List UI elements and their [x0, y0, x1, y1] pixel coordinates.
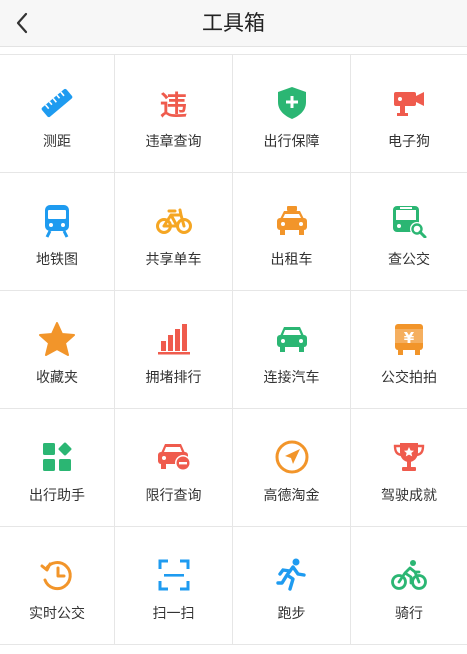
- tool-realtime-bus[interactable]: 实时公交: [0, 527, 115, 645]
- violation-icon-text: 违: [160, 90, 187, 122]
- tool-label: 拥堵排行: [145, 370, 202, 386]
- camera-icon: [391, 85, 427, 121]
- tool-label: 电子狗: [388, 134, 430, 150]
- tool-restriction-query[interactable]: 限行查询: [115, 409, 233, 527]
- tool-label: 跑步: [277, 606, 306, 622]
- tool-bus-query[interactable]: 查公交: [351, 173, 467, 291]
- tool-label: 出行助手: [29, 488, 85, 504]
- tool-favorites[interactable]: 收藏夹: [0, 291, 115, 409]
- cycling-icon: [391, 557, 427, 593]
- tool-label: 限行查询: [145, 488, 202, 504]
- tool-label: 地铁图: [36, 252, 78, 268]
- compass-plane-icon: [274, 439, 310, 475]
- tool-label: 共享单车: [145, 252, 202, 268]
- tool-travel-protection[interactable]: 出行保障: [233, 55, 351, 173]
- bus-search-icon: [391, 203, 427, 239]
- tool-travel-assistant[interactable]: 出行助手: [0, 409, 115, 527]
- tool-measure-distance[interactable]: 测距: [0, 55, 115, 173]
- tool-subway-map[interactable]: 地铁图: [0, 173, 115, 291]
- tool-label: 出租车: [270, 252, 313, 268]
- tool-label: 实时公交: [29, 606, 85, 622]
- shield-plus-icon: [274, 85, 310, 121]
- car-minus-icon: [156, 439, 192, 475]
- tool-label: 高德淘金: [263, 488, 320, 504]
- tool-label: 公交拍拍: [381, 370, 437, 386]
- tool-label: 违章查询: [145, 134, 202, 150]
- star-icon: [39, 321, 75, 357]
- tool-cycling[interactable]: 骑行: [351, 527, 467, 645]
- tool-scan[interactable]: 扫一扫: [115, 527, 233, 645]
- tools-grid: 测距 违 违章查询 出行保障 电子狗 地铁图 共享单车 出租车 查公交 收藏夹 …: [0, 54, 467, 645]
- tool-connect-car[interactable]: 连接汽车: [233, 291, 351, 409]
- tool-congestion-rank[interactable]: 拥堵排行: [115, 291, 233, 409]
- bicycle-icon: [155, 203, 192, 239]
- clock-refresh-icon: [39, 557, 75, 593]
- tool-e-dog[interactable]: 电子狗: [351, 55, 467, 173]
- scan-icon: [156, 557, 192, 593]
- tool-bus-photo[interactable]: ¥ 公交拍拍: [351, 291, 467, 409]
- tool-label: 测距: [43, 134, 71, 150]
- bar-chart-icon: [156, 321, 192, 357]
- taxi-icon: [274, 203, 310, 239]
- tool-driving-achievements[interactable]: 驾驶成就: [351, 409, 467, 527]
- page-title: 工具箱: [202, 11, 265, 35]
- tool-violation-query[interactable]: 违 违章查询: [115, 55, 233, 173]
- subway-icon: [39, 203, 75, 239]
- tool-running[interactable]: 跑步: [233, 527, 351, 645]
- yen-symbol: ¥: [403, 329, 415, 347]
- tool-label: 骑行: [395, 606, 423, 622]
- tool-label: 收藏夹: [36, 370, 78, 386]
- tool-shared-bike[interactable]: 共享单车: [115, 173, 233, 291]
- tool-label: 驾驶成就: [381, 488, 437, 504]
- tool-gaode-gold[interactable]: 高德淘金: [233, 409, 351, 527]
- ruler-icon: [39, 85, 75, 121]
- running-icon: [274, 557, 310, 593]
- bus-yen-icon: ¥: [391, 321, 427, 357]
- tool-label: 出行保障: [263, 134, 320, 150]
- tool-label: 连接汽车: [263, 370, 320, 386]
- car-icon: [274, 321, 310, 357]
- tool-taxi[interactable]: 出租车: [233, 173, 351, 291]
- tool-label: 扫一扫: [152, 606, 195, 622]
- grid-tiles-icon: [39, 439, 75, 475]
- trophy-icon: [391, 439, 427, 475]
- tool-label: 查公交: [388, 252, 430, 268]
- violation-icon: 违: [156, 85, 192, 122]
- header-bar: 工具箱: [0, 0, 467, 47]
